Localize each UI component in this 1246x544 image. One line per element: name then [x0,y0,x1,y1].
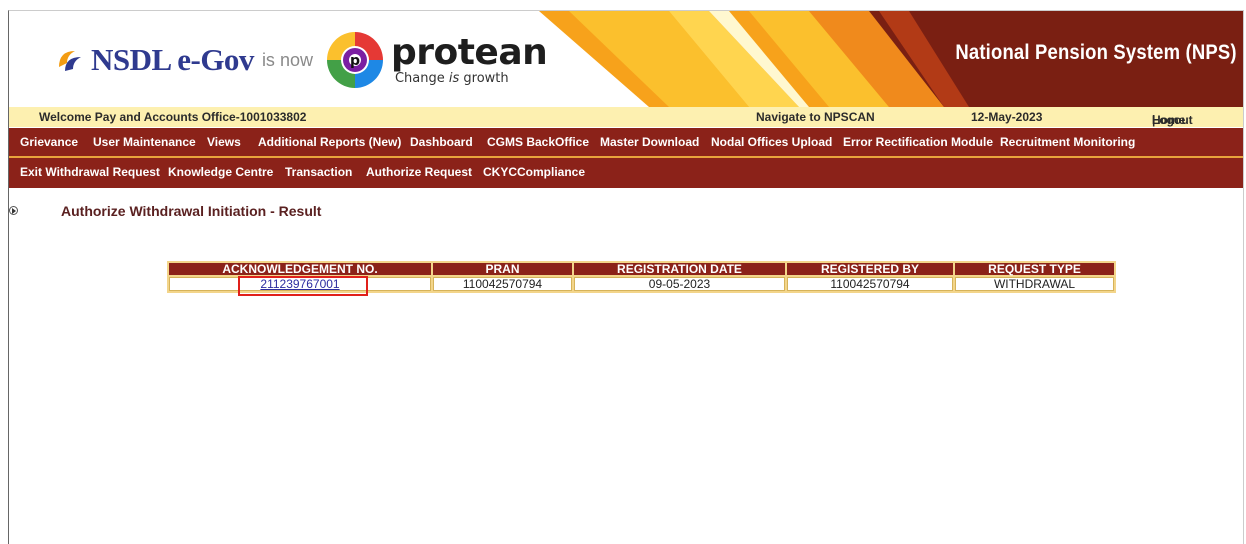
header-request-type: REQUEST TYPE [955,263,1114,275]
welcome-text: Welcome Pay and Accounts Office-10010338… [39,110,307,124]
nsdl-brand-text: NSDL e-Gov [91,42,254,77]
system-title: National Pension System (NPS) [955,41,1237,64]
menu-dashboard[interactable]: Dashboard [410,135,473,149]
header-banner: NSDL e-Gov is now p protean Change is gr… [9,11,1243,107]
page-title: Authorize Withdrawal Initiation - Result [61,203,322,219]
current-date: 12-May-2023 [971,110,1043,124]
protean-wordmark: protean Change is growth [390,31,548,86]
page-frame: NSDL e-Gov is now p protean Change is gr… [8,10,1244,544]
table-header-row: ACKNOWLEDGEMENT NO. PRAN REGISTRATION DA… [169,263,1114,275]
main-menu-row-2: Exit Withdrawal Request Knowledge Centre… [9,158,1243,188]
menu-ckyc-compliance[interactable]: CKYCCompliance [483,165,585,179]
protean-logo-icon: p [325,30,385,90]
header-registration-date: REGISTRATION DATE [574,263,785,275]
menu-transaction[interactable]: Transaction [285,165,352,179]
menu-cgms-backoffice[interactable]: CGMS BackOffice [487,135,589,149]
menu-nodal-offices-upload[interactable]: Nodal Offices Upload [711,135,832,149]
protean-tagline: Change is growth [394,70,509,86]
menu-views[interactable]: Views [207,135,241,149]
protean-brand-text: protean [390,31,548,73]
menu-exit-withdrawal-request[interactable]: Exit Withdrawal Request [20,165,160,179]
cell-pran: 110042570794 [433,277,572,291]
highlight-box [238,276,368,296]
header-pran: PRAN [433,263,572,275]
cell-request-type: WITHDRAWAL [955,277,1114,291]
svg-text:p: p [350,53,360,69]
cell-registered-by: 110042570794 [787,277,953,291]
welcome-bar: Welcome Pay and Accounts Office-10010338… [9,107,1243,127]
bullet-arrow-icon [9,206,18,215]
menu-master-download[interactable]: Master Download [600,135,699,149]
navigate-npscan-link[interactable]: Navigate to NPSCAN [756,110,875,124]
menu-authorize-request[interactable]: Authorize Request [366,165,472,179]
menu-error-rectification[interactable]: Error Rectification Module [843,135,993,149]
header-registered-by: REGISTERED BY [787,263,953,275]
cell-registration-date: 09-05-2023 [574,277,785,291]
menu-additional-reports[interactable]: Additional Reports (New) [258,135,401,149]
nsdl-protean-logo: NSDL e-Gov is now p protean Change is gr… [55,30,548,90]
header-acknowledgement-no: ACKNOWLEDGEMENT NO. [169,263,431,275]
menu-recruitment-monitoring[interactable]: Recruitment Monitoring [1000,135,1135,149]
main-menu-row-1: Grievance User Maintenance Views Additio… [9,128,1243,158]
menu-grievance[interactable]: Grievance [20,135,78,149]
is-now-text: is now [261,49,313,70]
menu-knowledge-centre[interactable]: Knowledge Centre [168,165,273,179]
menu-user-maintenance[interactable]: User Maintenance [93,135,196,149]
nsdl-logo-icon [55,45,85,75]
logout-link[interactable]: Logout [1152,113,1193,127]
